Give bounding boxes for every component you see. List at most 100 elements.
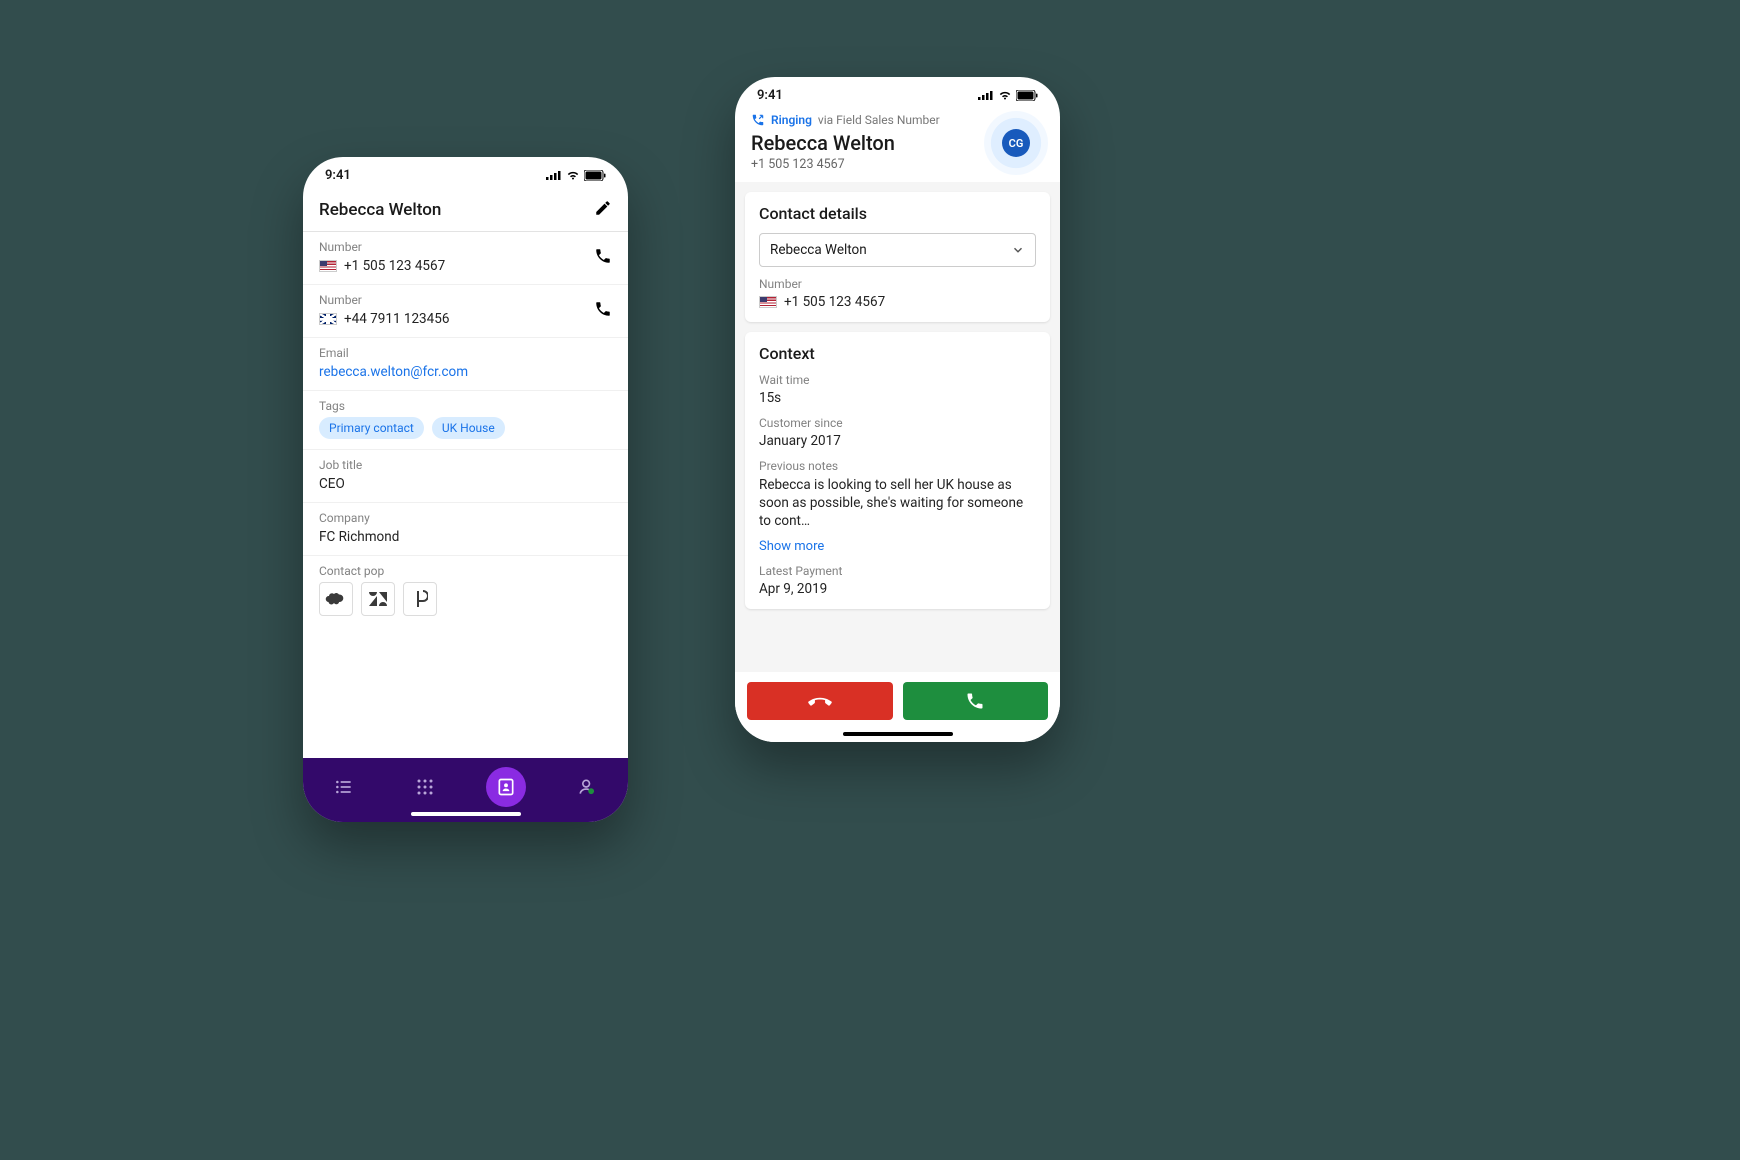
contact-detail-screen: 9:41 Rebecca Welton Number +1 505 123 45… — [303, 157, 628, 822]
context-card: Context Wait time 15s Customer since Jan… — [745, 332, 1050, 609]
incoming-call-screen: 9:41 Ringing via Field Sales Number Rebe… — [735, 77, 1060, 742]
notes-text: Rebecca is looking to sell her UK house … — [759, 476, 1036, 531]
field-label: Wait time — [759, 373, 1036, 387]
phone-number-text: +44 7911 123456 — [344, 311, 449, 327]
flag-uk-icon — [319, 313, 337, 325]
accept-call-button[interactable] — [903, 682, 1049, 720]
show-more-link[interactable]: Show more — [759, 539, 1036, 554]
company-row: Company FC Richmond — [303, 503, 628, 556]
chevron-down-icon — [1011, 243, 1025, 257]
field-value: +1 505 123 4567 — [784, 294, 885, 310]
salesforce-button[interactable] — [319, 582, 353, 616]
pencil-icon — [594, 199, 612, 217]
bottom-nav — [303, 758, 628, 822]
contact-fields: Number +1 505 123 4567 Number +44 7911 1… — [303, 232, 628, 758]
dialpad-icon — [412, 590, 428, 608]
contact-card-icon — [496, 777, 516, 797]
tag-chip[interactable]: UK House — [432, 417, 505, 439]
battery-icon — [584, 170, 606, 181]
edit-button[interactable] — [594, 199, 612, 221]
signal-icon — [978, 90, 994, 100]
salesforce-icon — [325, 592, 347, 606]
select-value: Rebecca Welton — [770, 242, 867, 258]
field-label: Number — [759, 277, 1036, 291]
card-title: Context — [759, 344, 1036, 363]
field-value: +1 505 123 4567 — [319, 258, 612, 274]
contact-header: Rebecca Welton — [303, 193, 628, 232]
field-label: Number — [319, 240, 612, 254]
field-label: Contact pop — [319, 564, 612, 578]
keypad-icon — [416, 778, 434, 796]
battery-icon — [1016, 90, 1038, 101]
avatar-ring: CG — [984, 111, 1048, 175]
status-time: 9:41 — [757, 88, 783, 103]
call-button[interactable] — [594, 300, 612, 322]
tag-chip[interactable]: Primary contact — [319, 417, 424, 439]
field-label: Email — [319, 346, 612, 360]
nav-presence[interactable] — [567, 767, 607, 807]
zendesk-icon — [369, 592, 387, 606]
phone-number-row[interactable]: Number +44 7911 123456 — [303, 285, 628, 338]
contact-number-field: Number +1 505 123 4567 — [759, 277, 1036, 310]
status-bar: 9:41 — [303, 157, 628, 193]
card-title: Contact details — [759, 204, 1036, 223]
list-icon — [334, 777, 354, 797]
field-label: Company — [319, 511, 612, 525]
call-via: via Field Sales Number — [818, 113, 940, 127]
status-icons — [978, 90, 1038, 101]
email-value: rebecca.welton@fcr.com — [319, 364, 612, 380]
signal-icon — [546, 170, 562, 180]
phone-icon — [594, 300, 612, 318]
job-title-row: Job title CEO — [303, 450, 628, 503]
call-button[interactable] — [594, 247, 612, 269]
contact-name: Rebecca Welton — [319, 200, 441, 220]
hangup-icon — [807, 688, 833, 714]
field-value: January 2017 — [759, 433, 1036, 449]
field-label: Previous notes — [759, 459, 1036, 473]
contact-pop-row: Contact pop — [303, 556, 628, 626]
wifi-icon — [566, 170, 580, 180]
incoming-call-icon — [751, 113, 765, 127]
call-header: Ringing via Field Sales Number Rebecca W… — [735, 113, 1060, 182]
flag-us-icon — [319, 260, 337, 272]
status-bar: 9:41 — [735, 77, 1060, 113]
field-label: Customer since — [759, 416, 1036, 430]
wait-time-field: Wait time 15s — [759, 373, 1036, 406]
home-indicator[interactable] — [843, 732, 953, 736]
call-body: Contact details Rebecca Welton Number +1… — [735, 182, 1060, 672]
job-title-value: CEO — [319, 476, 612, 492]
zendesk-button[interactable] — [361, 582, 395, 616]
wifi-icon — [998, 90, 1012, 100]
field-value: +44 7911 123456 — [319, 311, 612, 327]
contact-details-card: Contact details Rebecca Welton Number +1… — [745, 192, 1050, 322]
phone-icon — [965, 691, 985, 711]
home-indicator[interactable] — [411, 812, 521, 816]
customer-since-field: Customer since January 2017 — [759, 416, 1036, 449]
nav-queue[interactable] — [324, 767, 364, 807]
call-action-bar — [735, 672, 1060, 742]
user-status-icon — [577, 777, 597, 797]
tags-row: Tags Primary contact UK House — [303, 391, 628, 450]
phone-number-text: +1 505 123 4567 — [344, 258, 445, 274]
latest-payment-field: Latest Payment Apr 9, 2019 — [759, 564, 1036, 597]
call-status: Ringing — [771, 113, 812, 127]
decline-call-button[interactable] — [747, 682, 893, 720]
phone-number-row[interactable]: Number +1 505 123 4567 — [303, 232, 628, 285]
dialpad-button[interactable] — [403, 582, 437, 616]
field-label: Tags — [319, 399, 612, 413]
field-value: 15s — [759, 390, 1036, 406]
phone-icon — [594, 247, 612, 265]
field-label: Job title — [319, 458, 612, 472]
contact-select[interactable]: Rebecca Welton — [759, 233, 1036, 267]
previous-notes-field: Previous notes Rebecca is looking to sel… — [759, 459, 1036, 554]
flag-us-icon — [759, 296, 777, 308]
nav-dialpad[interactable] — [405, 767, 445, 807]
status-time: 9:41 — [325, 168, 351, 183]
nav-contacts[interactable] — [486, 767, 526, 807]
avatar: CG — [1002, 129, 1030, 157]
email-row[interactable]: Email rebecca.welton@fcr.com — [303, 338, 628, 391]
company-value: FC Richmond — [319, 529, 612, 545]
field-label: Latest Payment — [759, 564, 1036, 578]
field-value: Apr 9, 2019 — [759, 581, 1036, 597]
field-label: Number — [319, 293, 612, 307]
